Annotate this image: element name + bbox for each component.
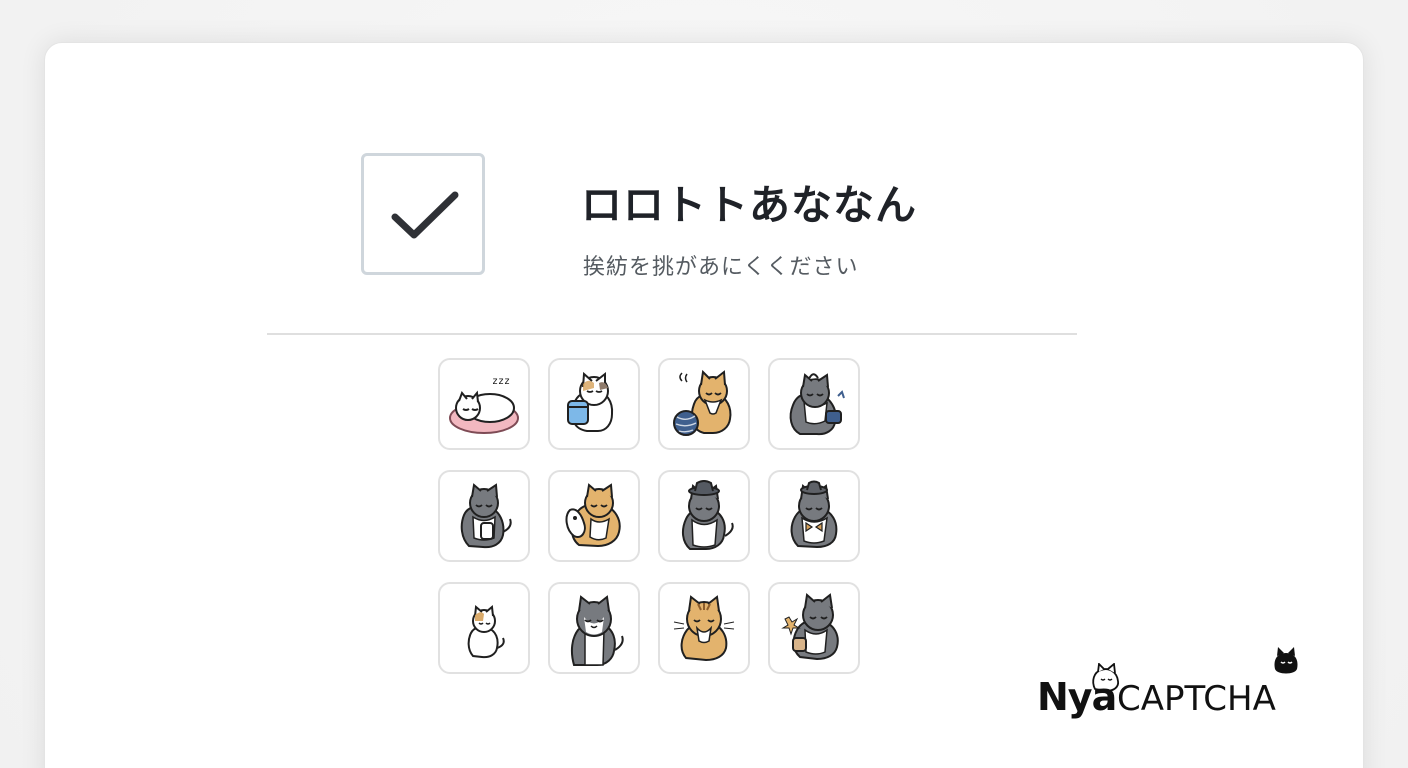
divider	[267, 333, 1077, 335]
cat-bottle-icon	[460, 483, 512, 549]
checkmark-icon	[391, 191, 459, 239]
captcha-card: ロロトトあななん 挨紡を挑があにくください zzz Nya CAPTCHA	[44, 42, 1364, 768]
cat-stirring-icon	[789, 373, 845, 436]
cat-toy-icon	[565, 483, 621, 548]
nyacaptcha-logo: Nya CAPTCHA	[1037, 647, 1307, 725]
tile-cat-tabby[interactable]	[658, 582, 750, 674]
verification-checkbox[interactable]	[361, 153, 485, 275]
tabby-cat-icon	[673, 595, 735, 662]
tile-cat-with-yarn[interactable]	[658, 358, 750, 450]
black-cat-logo-icon	[1274, 647, 1298, 674]
cat-bow-icon	[790, 480, 838, 549]
cat-mug-icon	[781, 593, 839, 661]
cat-cup-icon	[567, 371, 614, 432]
tile-cat-with-cup[interactable]	[548, 358, 640, 450]
tile-cat-stirring[interactable]	[768, 358, 860, 450]
tile-cat-hugging-toy[interactable]	[548, 470, 640, 562]
cat-image-grid: zzz	[438, 358, 860, 674]
small-cat-icon	[467, 605, 505, 659]
tile-cat-with-hat[interactable]	[658, 470, 750, 562]
tile-cat-smiling[interactable]	[548, 582, 640, 674]
tile-small-cat[interactable]	[438, 582, 530, 674]
cat-smile-icon	[570, 595, 624, 666]
logo-captcha-text: CAPTCHA	[1117, 679, 1276, 719]
tile-sleeping-cat[interactable]: zzz	[438, 358, 530, 450]
cat-yarn-icon	[673, 369, 732, 436]
logo-nya-text: Nya	[1037, 675, 1117, 719]
tile-cat-holding-bottle[interactable]	[438, 470, 530, 562]
tile-cat-with-mug[interactable]	[768, 582, 860, 674]
tile-cat-bow-hat[interactable]	[768, 470, 860, 562]
captcha-title: ロロトトあななん	[581, 181, 917, 229]
svg-text:zzz: zzz	[492, 376, 510, 387]
cat-hat-icon	[681, 480, 734, 550]
sleeping-cat-icon: zzz	[449, 376, 519, 434]
page-background: ロロトトあななん 挨紡を挑があにくください zzz Nya CAPTCHA	[0, 0, 1408, 768]
captcha-instruction: 挨紡を挑があにくください	[583, 255, 859, 280]
